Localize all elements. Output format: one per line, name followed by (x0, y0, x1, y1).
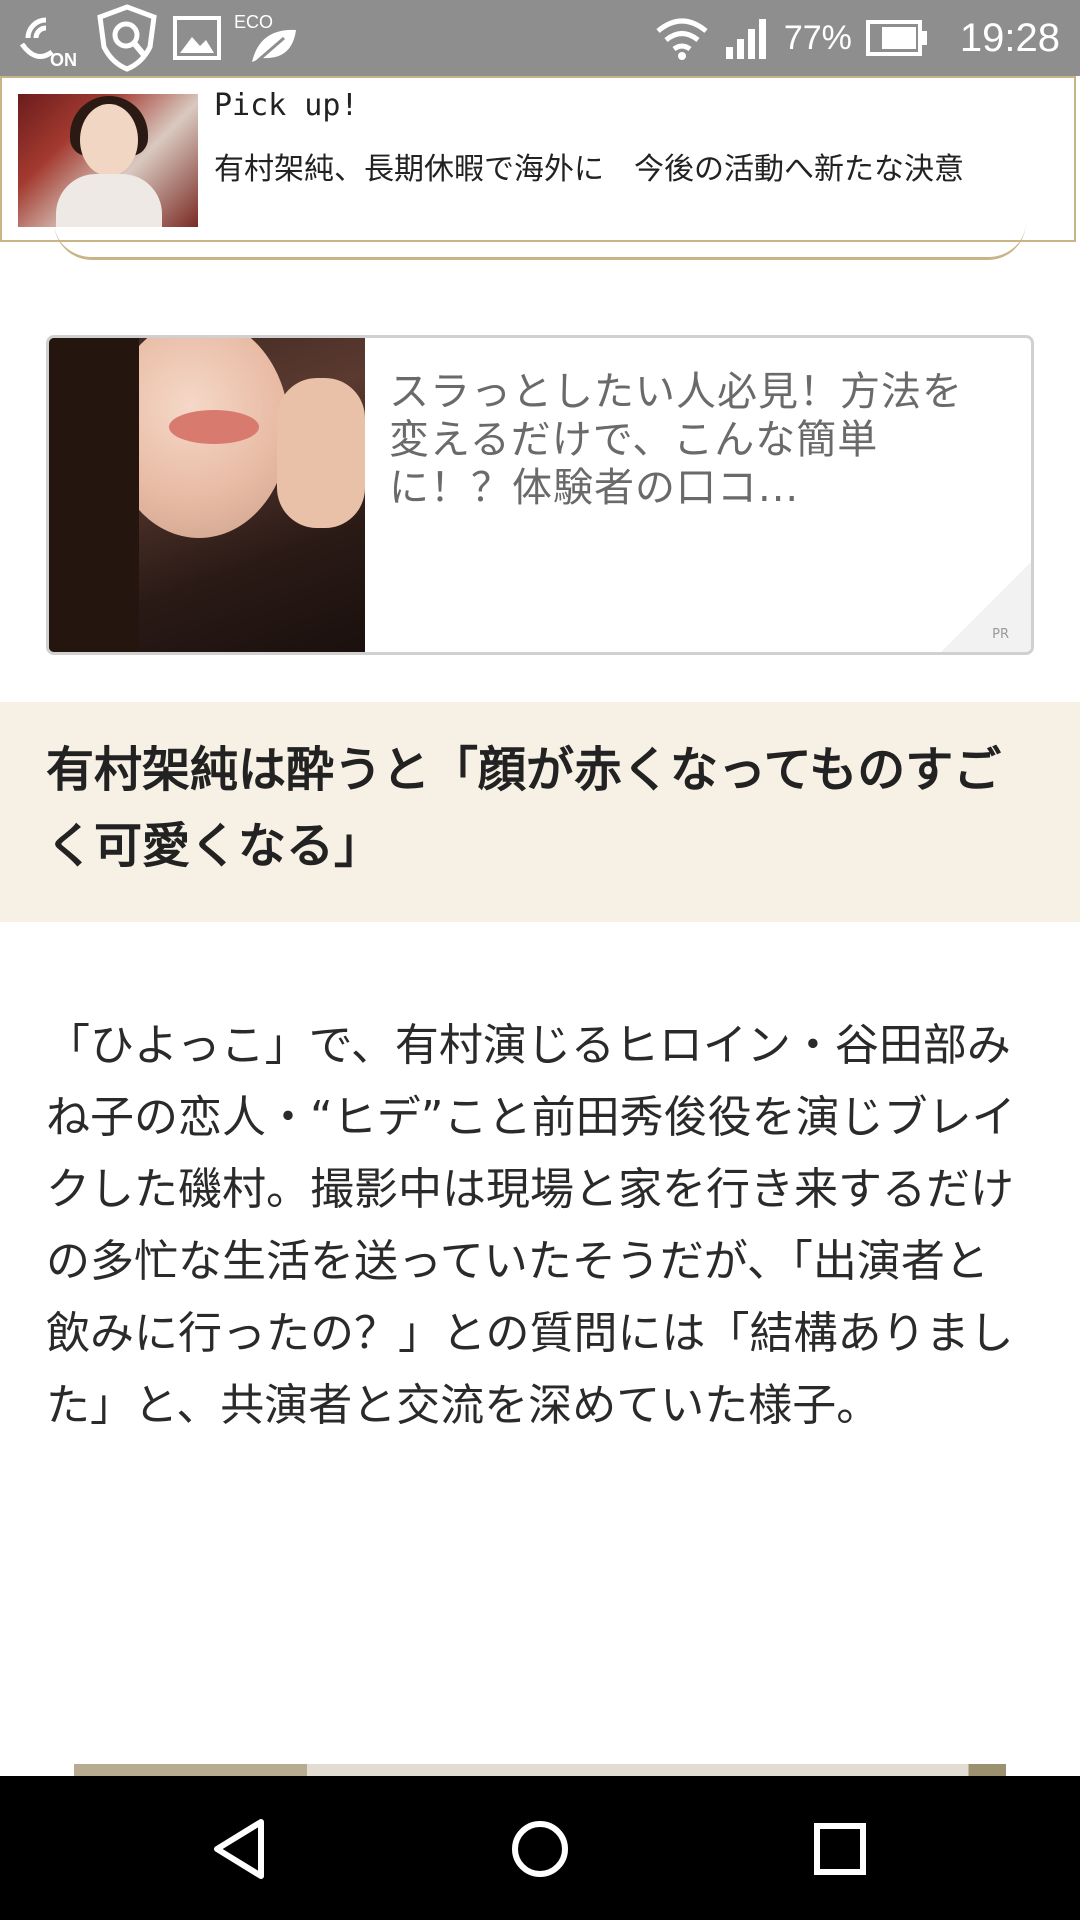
ad-corner-fold (941, 562, 1031, 652)
battery-icon (865, 20, 928, 56)
section-heading-block: 有村架純は酔うと「顔が赤くなってものすごく可愛くなる」 (0, 702, 1080, 922)
pickup-title[interactable]: 有村架純、長期休暇で海外に 今後の活動へ新たな決意 (214, 144, 964, 188)
clock: 19:28 (959, 15, 1060, 60)
eco-label: ECO (234, 12, 273, 32)
wifi-icon (654, 15, 710, 61)
status-bar-left: ON ECO (18, 0, 302, 76)
ad-image-lips (169, 410, 259, 444)
status-bar-right: 77% 19:28 (654, 0, 1060, 76)
pickup-banner[interactable]: Pick up! 有村架純、長期休暇で海外に 今後の活動へ新たな決意 (0, 76, 1076, 242)
back-button[interactable] (195, 1806, 285, 1896)
ad-image-hand (277, 378, 365, 528)
eco-leaf-icon: ECO (232, 8, 302, 68)
navigation-bar (0, 1776, 1080, 1920)
recents-button[interactable] (795, 1806, 885, 1896)
signal-icon (724, 15, 770, 61)
thumbnail-face (80, 104, 138, 176)
recents-icon (805, 1814, 875, 1888)
battery-percent: 77% (783, 18, 852, 57)
section-heading: 有村架純は酔うと「顔が赤くなってものすごく可愛くなる」 (46, 742, 1002, 874)
shield-icon (92, 3, 162, 73)
nfc-on-icon: ON (18, 8, 82, 68)
ad-text[interactable]: スラっとしたい人必見！方法を変えるだけで、こんな簡単に！？体験者の口コ... (389, 368, 989, 512)
next-content-edge (74, 1764, 1006, 1776)
article-paragraph: 「ひよっこ」で、有村演じるヒロイン・谷田部みね子の恋人・“ヒデ”こと前田秀俊役を… (46, 1020, 1016, 1431)
status-bar: ON ECO 77% 19:28 (0, 0, 1080, 76)
thumbnail-dress (56, 174, 162, 227)
previous-card-edge (54, 222, 1026, 260)
pickup-label: Pick up! (214, 88, 359, 123)
pickup-thumbnail (18, 94, 198, 227)
ad-pr-label: PR (992, 627, 1009, 642)
nfc-on-label: ON (50, 50, 77, 68)
ad-card[interactable]: スラっとしたい人必見！方法を変えるだけで、こんな簡単に！？体験者の口コ... P… (46, 335, 1034, 655)
ad-image (49, 338, 365, 652)
home-button[interactable] (495, 1806, 585, 1896)
home-icon (505, 1814, 575, 1888)
back-icon (205, 1814, 275, 1888)
gallery-icon (172, 13, 222, 63)
ad-image-hair (49, 338, 139, 652)
